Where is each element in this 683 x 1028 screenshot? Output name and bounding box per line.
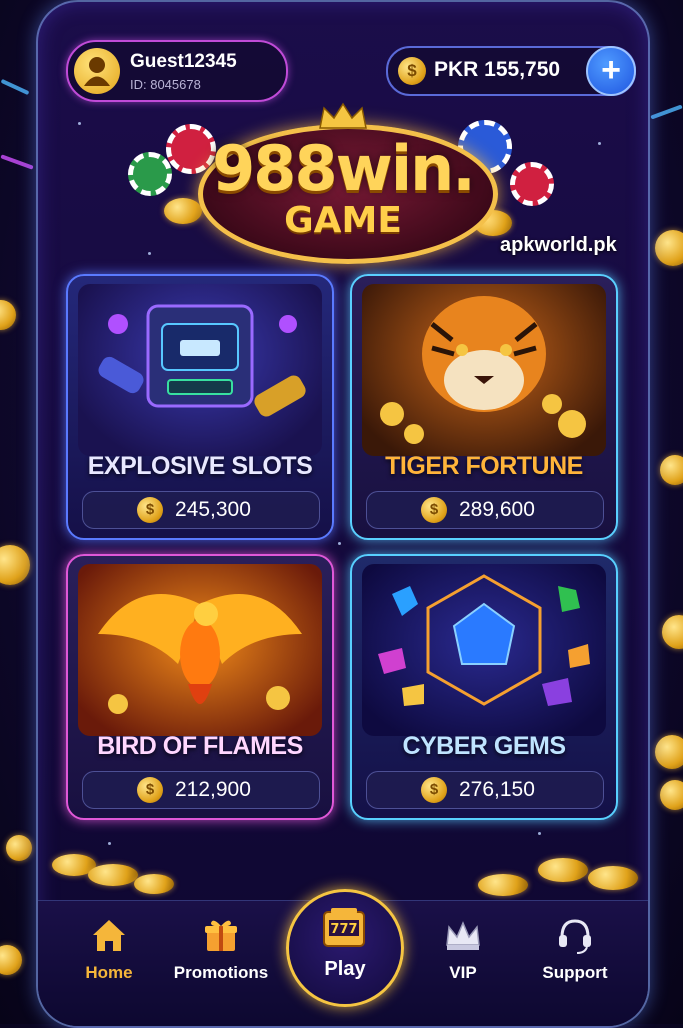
- logo-subtitle: GAME: [284, 200, 402, 241]
- nav-label: Home: [85, 963, 133, 982]
- bottom-navigation: Home Promotions 777 Play VIP Support: [38, 889, 648, 1026]
- tiger-image: [362, 284, 606, 456]
- game-logo: 988win. GAME: [128, 102, 558, 264]
- slot-machine-icon: 777: [323, 908, 365, 947]
- svg-text:777: 777: [330, 922, 357, 937]
- crown-icon: [319, 102, 367, 129]
- game-title: CYBER GEMS: [402, 732, 566, 760]
- balance-amount: PKR 155,750: [434, 58, 561, 81]
- crown-icon: [446, 921, 480, 950]
- watermark: apkworld.pk: [500, 234, 617, 256]
- nav-label: Promotions: [173, 963, 269, 982]
- home-icon: [93, 920, 125, 951]
- jackpot-value: $ 289,600: [366, 491, 604, 529]
- jackpot-amount: 212,900: [175, 778, 251, 801]
- nav-home[interactable]: Home: [54, 901, 164, 1011]
- nav-label: VIP: [449, 963, 477, 982]
- avatar[interactable]: [74, 48, 120, 94]
- user-id: ID: 8045678: [130, 77, 201, 92]
- phoenix-image: [78, 564, 322, 736]
- jackpot-amount: 289,600: [459, 498, 535, 521]
- jackpot-amount: 245,300: [175, 498, 251, 521]
- slot-machine-image: [78, 284, 322, 456]
- coin-icon: $: [137, 777, 163, 803]
- nav-label: Play: [324, 958, 366, 980]
- game-card-bird-of-flames[interactable]: BIRD OF FLAMES $ 212,900: [66, 554, 334, 820]
- jackpot-amount: 276,150: [459, 778, 535, 801]
- coin-icon: $: [421, 497, 447, 523]
- jackpot-value: $ 212,900: [82, 771, 320, 809]
- game-title: TIGER FORTUNE: [385, 452, 583, 480]
- coin-icon: $: [137, 497, 163, 523]
- game-title: BIRD OF FLAMES: [97, 732, 303, 760]
- user-icon: [84, 57, 110, 86]
- jackpot-value: $ 245,300: [82, 491, 320, 529]
- nav-label: Support: [542, 963, 608, 982]
- user-profile[interactable]: Guest12345 ID: 8045678: [66, 40, 288, 102]
- gems-image: [362, 564, 606, 736]
- logo-title: 988win.: [212, 132, 476, 205]
- nav-support[interactable]: Support: [520, 901, 630, 1011]
- game-card-cyber-gems[interactable]: CYBER GEMS $ 276,150: [350, 554, 618, 820]
- game-title: EXPLOSIVE SLOTS: [87, 452, 313, 480]
- balance-display: $ PKR 155,750 +: [386, 46, 636, 96]
- phone-frame: Guest12345 ID: 8045678 $ PKR 155,750 + 9…: [36, 0, 650, 1028]
- nav-vip[interactable]: VIP: [408, 901, 518, 1011]
- game-card-tiger-fortune[interactable]: TIGER FORTUNE $ 289,600: [350, 274, 618, 540]
- add-funds-button[interactable]: +: [586, 46, 636, 96]
- nav-promotions[interactable]: Promotions: [166, 901, 276, 1011]
- play-button[interactable]: 777 Play: [286, 889, 404, 1007]
- jackpot-value: $ 276,150: [366, 771, 604, 809]
- coin-icon: $: [421, 777, 447, 803]
- username: Guest12345: [130, 51, 237, 72]
- coin-icon: $: [398, 57, 426, 85]
- headset-icon: [559, 919, 591, 954]
- game-card-explosive-slots[interactable]: EXPLOSIVE SLOTS $ 245,300: [66, 274, 334, 540]
- gift-icon: [205, 920, 237, 951]
